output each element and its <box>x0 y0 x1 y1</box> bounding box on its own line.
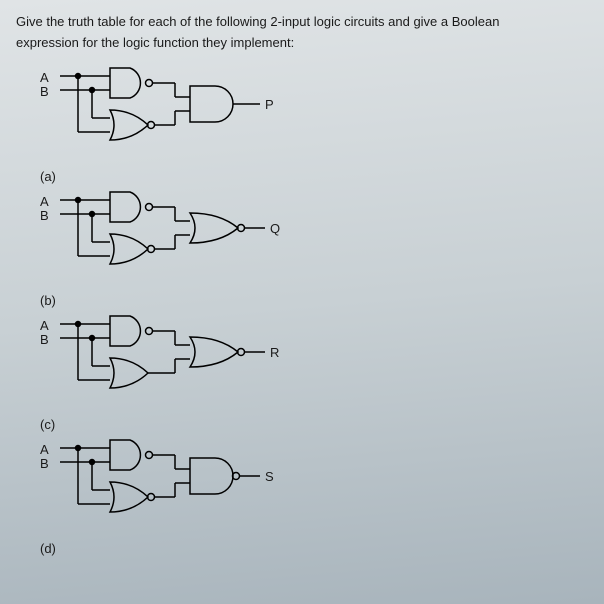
output-r-label: R <box>270 345 279 360</box>
input-b-label: B <box>40 456 49 471</box>
circuit-a-svg <box>60 64 280 164</box>
circuits-container: A B <box>16 64 588 558</box>
circuit-a-label: (a) <box>40 169 56 184</box>
input-a-label: A <box>40 442 49 457</box>
input-a-label: A <box>40 70 49 85</box>
input-b-label: B <box>40 208 49 223</box>
question-text: Give the truth table for each of the fol… <box>16 12 588 54</box>
circuit-b-svg <box>60 188 280 288</box>
circuit-c: A B <box>40 312 588 434</box>
output-s-label: S <box>265 469 274 484</box>
input-b-label: B <box>40 84 49 99</box>
circuit-c-svg <box>60 312 280 412</box>
input-b-label: B <box>40 332 49 347</box>
question-line1: Give the truth table for each of the fol… <box>16 12 588 33</box>
circuit-b: A B <box>40 188 588 310</box>
circuit-d-svg <box>60 436 280 536</box>
question-line2: expression for the logic function they i… <box>16 33 588 54</box>
output-q-label: Q <box>270 221 280 236</box>
circuit-a: A B <box>40 64 588 186</box>
circuit-d-label: (d) <box>40 541 56 556</box>
input-a-label: A <box>40 194 49 209</box>
output-p-label: P <box>265 97 274 112</box>
input-a-label: A <box>40 318 49 333</box>
circuit-c-label: (c) <box>40 417 55 432</box>
circuit-d: A B <box>40 436 588 558</box>
circuit-b-label: (b) <box>40 293 56 308</box>
